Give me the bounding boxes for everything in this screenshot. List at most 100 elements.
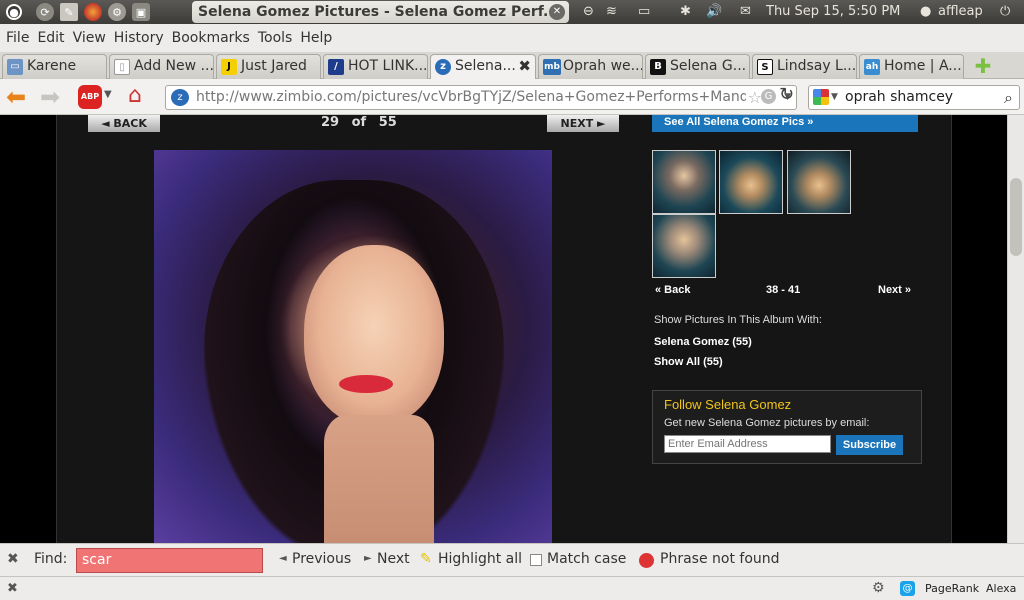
counter-of: of: [351, 115, 367, 130]
find-label: Find:: [34, 551, 68, 567]
url-path: /pictures/vcVbrBgTYjZ/Selena+Gomez+Perfo…: [356, 89, 758, 105]
bookmark-star-icon[interactable]: ☆: [745, 86, 762, 109]
match-case-checkbox[interactable]: [530, 554, 542, 566]
app-icon[interactable]: ▣: [132, 3, 150, 21]
thumbnail-1[interactable]: [652, 150, 716, 214]
subscribe-button[interactable]: Subscribe: [836, 435, 903, 455]
navigation-toolbar: ⬅ ➡ ABP ▼ ⌂ z http://www.zimbio.com/pict…: [0, 79, 1024, 115]
tab-selena-g[interactable]: B Selena G...: [645, 54, 750, 79]
see-all-bar[interactable]: See All Selena Gomez Pics »: [652, 115, 918, 132]
tab-selena-active[interactable]: z Selena... ✖: [430, 54, 536, 79]
see-all-link[interactable]: See All Selena Gomez Pics »: [664, 116, 813, 128]
adblock-icon[interactable]: ABP: [78, 85, 102, 109]
vertical-scrollbar[interactable]: [1007, 115, 1024, 543]
new-tab-icon[interactable]: ✚: [973, 56, 993, 76]
scrollbar-thumb[interactable]: [1010, 178, 1022, 256]
menu-tools[interactable]: Tools: [258, 30, 293, 46]
alexa-label[interactable]: Alexa: [986, 582, 1016, 595]
tab-lindsay[interactable]: S Lindsay L...: [752, 54, 857, 79]
tab-label: HOT LINK...: [348, 58, 428, 74]
settings-icon[interactable]: ⚙: [108, 3, 126, 21]
highlight-icon: ✎: [420, 551, 432, 567]
tab-bar: ▭ Karene ▯ Add New ... J Just Jared / HO…: [0, 52, 1024, 79]
update-icon[interactable]: ⟳: [36, 3, 54, 21]
battery-icon[interactable]: ▭: [638, 0, 650, 24]
session-indicator-icon[interactable]: ⊖: [583, 0, 594, 24]
status-close-icon[interactable]: ✖: [7, 581, 18, 596]
tab-close-icon[interactable]: ✖: [518, 55, 531, 78]
photo-lips: [339, 375, 393, 393]
tab-karene[interactable]: ▭ Karene: [2, 54, 107, 79]
search-bar[interactable]: ▼ oprah shamcey ⌕: [808, 85, 1020, 110]
forward-arrow-icon[interactable]: ➡: [40, 83, 60, 111]
site-identity-icon[interactable]: z: [171, 89, 189, 106]
tab-oprah[interactable]: mb Oprah we...: [538, 54, 643, 79]
firefox-icon[interactable]: [84, 3, 102, 21]
main-photo[interactable]: [154, 150, 552, 543]
tab-add-new[interactable]: ▯ Add New ...: [109, 54, 214, 79]
pagerank-label[interactable]: PageRank: [925, 582, 979, 595]
counter-total: 55: [378, 115, 397, 130]
album-link-selena[interactable]: Selena Gomez (55): [654, 336, 752, 348]
thumbs-range: 38 - 41: [766, 284, 801, 296]
wifi-icon[interactable]: ≋: [606, 0, 617, 24]
back-arrow-icon[interactable]: ⬅: [6, 83, 26, 111]
thumbnail-3[interactable]: [787, 150, 851, 214]
menu-file[interactable]: File: [6, 30, 29, 46]
find-close-icon[interactable]: ✖: [7, 551, 19, 567]
tab-label: Just Jared: [241, 58, 307, 74]
find-previous-button[interactable]: Previous: [292, 551, 351, 567]
window-title-text: Selena Gomez Pictures - Selena Gomez Per…: [198, 4, 559, 20]
tab-hot-link[interactable]: / HOT LINK...: [323, 54, 428, 79]
volume-icon[interactable]: 🔊: [706, 0, 722, 24]
window-close-icon[interactable]: ✕: [549, 4, 565, 20]
thumbnail-4[interactable]: [652, 214, 716, 278]
search-icon[interactable]: ⌕: [1004, 86, 1013, 109]
power-icon[interactable]: ⏻: [1000, 0, 1010, 24]
tab-favicon-icon: J: [221, 59, 237, 75]
email-input[interactable]: [664, 435, 831, 453]
album-link-show-all[interactable]: Show All (55): [654, 356, 723, 368]
follow-box: Follow Selena Gomez Get new Selena Gomez…: [652, 390, 922, 464]
find-input[interactable]: scar: [76, 548, 263, 573]
next-button[interactable]: NEXT ►: [547, 115, 619, 132]
mail-icon[interactable]: ✉: [740, 0, 751, 24]
match-case-label[interactable]: Match case: [547, 551, 626, 567]
highlight-all-button[interactable]: Highlight all: [438, 551, 522, 567]
tab-just-jared[interactable]: J Just Jared: [216, 54, 321, 79]
tab-home[interactable]: ah Home | A...: [859, 54, 964, 79]
adblock-dropdown-icon[interactable]: ▼: [104, 89, 112, 100]
thumbs-next-link[interactable]: Next »: [878, 284, 911, 296]
user-name[interactable]: affleap: [938, 0, 983, 24]
back-button[interactable]: ◄ BACK: [88, 115, 160, 132]
user-icon: ●: [920, 4, 932, 19]
status-bar: ✖ ⚙ @ PageRank Alexa: [0, 576, 1024, 600]
menu-help[interactable]: Help: [300, 30, 332, 46]
find-next-button[interactable]: Next: [377, 551, 410, 567]
home-icon[interactable]: ⌂: [128, 83, 142, 108]
reload-icon[interactable]: ↻: [779, 84, 794, 105]
thumbs-back-link[interactable]: « Back: [655, 284, 690, 296]
bluetooth-icon[interactable]: ✱: [680, 0, 691, 24]
zimbio-page: ◄ BACK 29 of 55 NEXT ► See All Selena Go…: [56, 115, 952, 543]
editor-icon[interactable]: ✎: [60, 3, 78, 21]
search-engine-dropdown-icon[interactable]: ▼: [831, 86, 838, 109]
clock[interactable]: Thu Sep 15, 5:50 PM: [766, 0, 900, 24]
menu-view[interactable]: View: [73, 30, 106, 46]
url-bar[interactable]: z http://www.zimbio.com/pictures/vcVbrBg…: [165, 85, 797, 110]
status-gear-icon[interactable]: ⚙: [872, 580, 885, 596]
tab-label: Karene: [27, 58, 77, 74]
tab-label: Selena G...: [670, 58, 747, 74]
window-title[interactable]: Selena Gomez Pictures - Selena Gomez Per…: [192, 1, 569, 23]
thumbnail-2[interactable]: [719, 150, 783, 214]
status-addon-icon[interactable]: @: [900, 581, 915, 596]
menu-history[interactable]: History: [114, 30, 164, 46]
tab-favicon-icon: ▭: [7, 59, 23, 75]
search-engine-icon[interactable]: [813, 89, 829, 105]
google-icon[interactable]: G: [761, 89, 776, 104]
tab-favicon-icon: S: [757, 59, 773, 75]
search-query: oprah shamcey: [845, 89, 954, 105]
menu-bookmarks[interactable]: Bookmarks: [172, 30, 250, 46]
menu-edit[interactable]: Edit: [37, 30, 64, 46]
ubuntu-menu-icon[interactable]: ●: [6, 4, 22, 20]
